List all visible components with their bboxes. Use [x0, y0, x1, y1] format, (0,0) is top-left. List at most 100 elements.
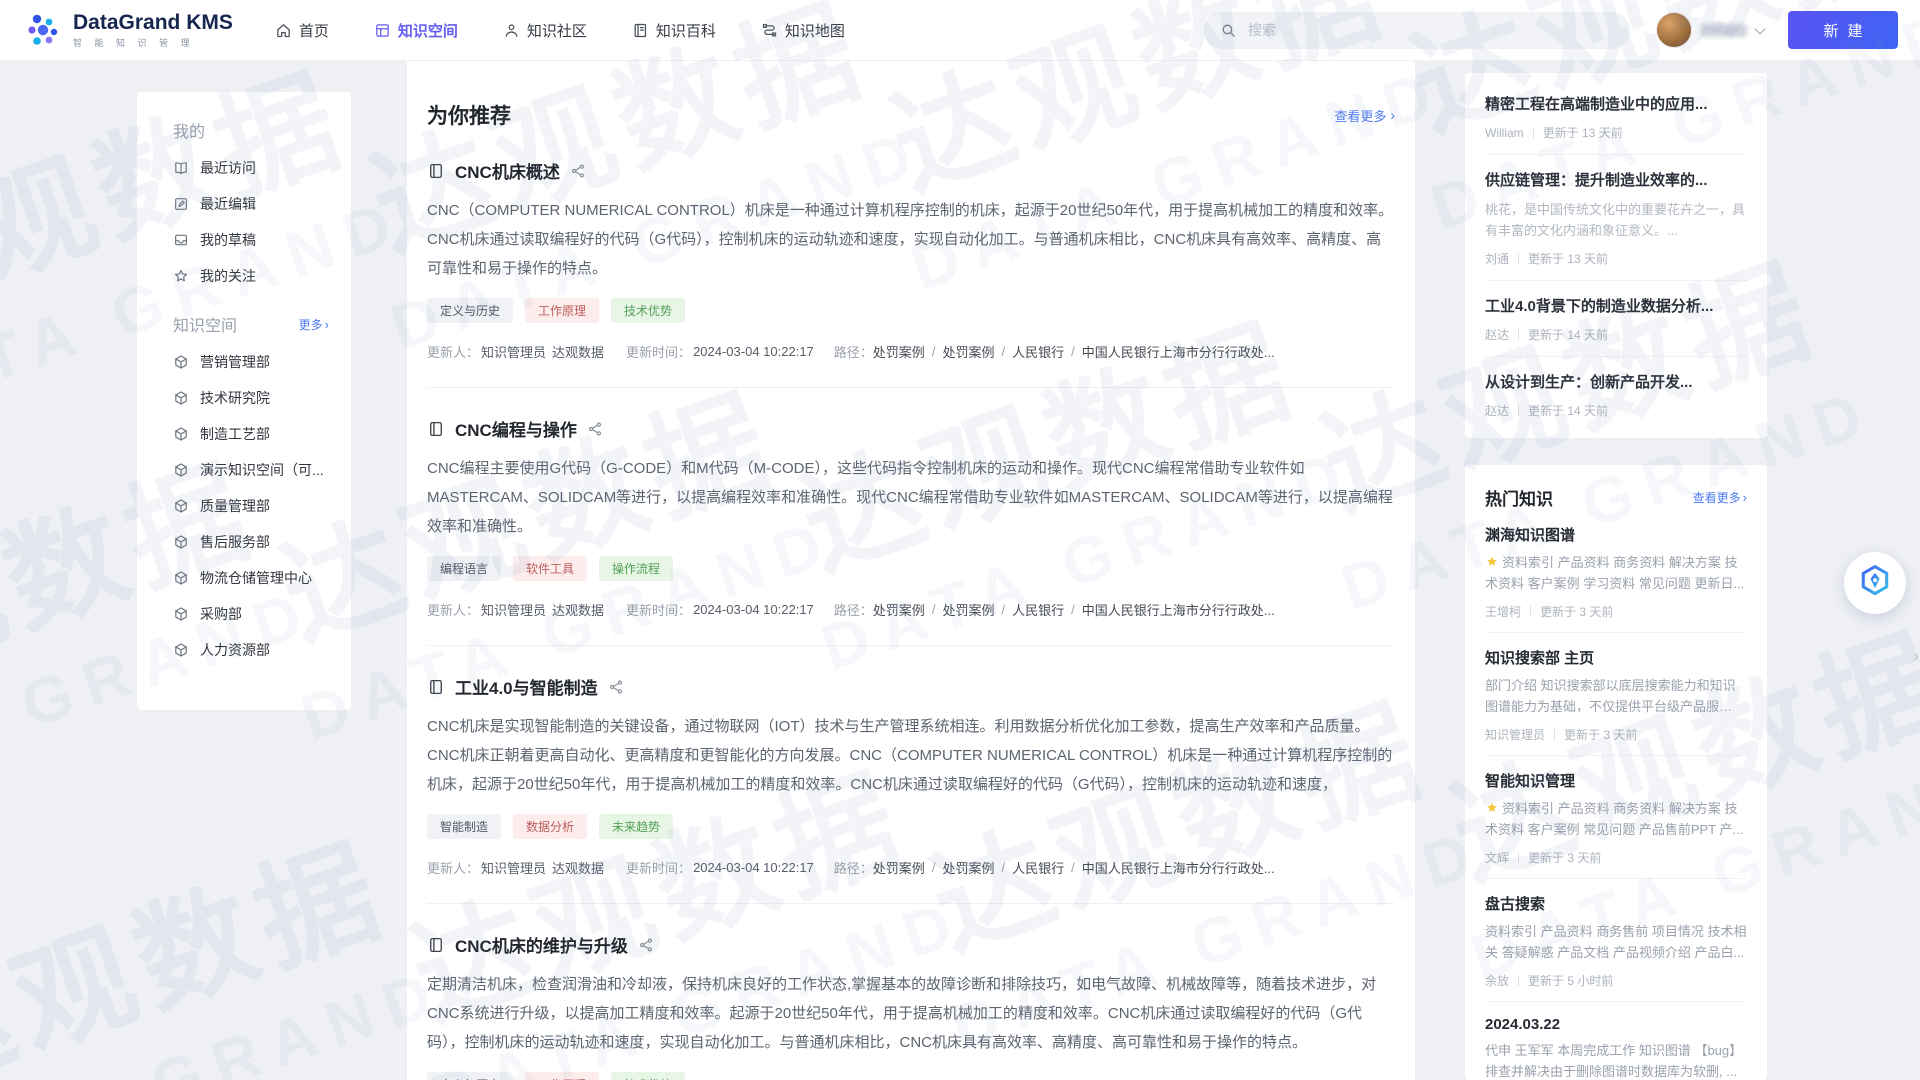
path-separator: / — [1001, 860, 1005, 875]
recommend-title: 工业4.0背景下的制造业数据分析... — [1485, 296, 1747, 317]
space-section-header: 知识空间 更多 — [137, 312, 351, 336]
nav-item-knowledge-space[interactable]: 知识空间 — [374, 20, 458, 41]
space-more-link[interactable]: 更多 — [299, 316, 329, 333]
path-link[interactable]: 处罚案例 — [873, 858, 925, 877]
path-link[interactable]: 处罚案例 — [942, 858, 994, 877]
article-title[interactable]: 工业4.0与智能制造 — [455, 674, 598, 699]
hot-item-byline: 王增柯 更新于 3 天前 — [1485, 603, 1747, 620]
divider — [1518, 852, 1519, 863]
path-link[interactable]: 中国人民银行上海市分行行政处... — [1082, 342, 1275, 361]
hot-item[interactable]: 知识搜索部 主页 部门介绍 知识搜索部以底层搜索能力和知识图谱能力为基础，不仅提… — [1485, 633, 1747, 756]
space-item[interactable]: 人力资源部 — [137, 632, 351, 668]
updated-time: 更新于 5 小时前 — [1528, 972, 1613, 989]
tag-chip[interactable]: 未来趋势 — [599, 814, 673, 839]
update-time: 2024-03-04 10:22:17 — [693, 860, 814, 875]
hot-item-desc: 资料索引 产品资料 商务资料 解决方案 技术资料 客户案例 常见问题 产品售前P… — [1485, 798, 1747, 840]
updater-label: 更新人： — [427, 600, 479, 619]
article-summary: 定期清洁机床，检查润滑油和冷却液，保持机床良好的工作状态,掌握基本的故障诊断和排… — [427, 970, 1395, 1057]
assistant-button[interactable] — [1844, 552, 1906, 614]
new-button[interactable]: 新建 — [1788, 11, 1898, 49]
share-icon[interactable] — [570, 163, 586, 179]
path-link[interactable]: 中国人民银行上海市分行行政处... — [1082, 600, 1275, 619]
tag-chip[interactable]: 智能制造 — [427, 814, 501, 839]
hot-more-link[interactable]: 查看更多 — [1693, 489, 1747, 506]
sidebar-item-recent-visit[interactable]: 最近访问 — [137, 150, 351, 186]
space-item[interactable]: 技术研究院 — [137, 380, 351, 416]
search-input[interactable] — [1246, 21, 1614, 39]
hot-item-title: 知识搜索部 主页 — [1485, 647, 1747, 668]
article-summary: CNC机床是实现智能制造的关键设备，通过物联网（IOT）技术与生产管理系统相连。… — [427, 712, 1395, 799]
nav-item-knowledge-community[interactable]: 知识社区 — [503, 20, 587, 41]
sidebar-item-recent-edit[interactable]: 最近编辑 — [137, 186, 351, 222]
hot-item-desc-text: 资料索引 产品资料 商务资料 解决方案 技术资料 客户案例 常见问题 产品售前P… — [1485, 801, 1743, 837]
space-item[interactable]: 售后服务部 — [137, 524, 351, 560]
edge-expand-icon[interactable] — [1913, 646, 1919, 666]
tag-chip[interactable]: 软件工具 — [513, 556, 587, 581]
recommend-title: 供应链管理：提升制造业效率的... — [1485, 170, 1747, 191]
sidebar-item-my-follows[interactable]: 我的关注 — [137, 258, 351, 294]
watermark-cn: 达观数据 — [0, 793, 406, 1080]
tag-chip[interactable]: 技术优势 — [611, 298, 685, 323]
path-link[interactable]: 人民银行 — [1012, 858, 1064, 877]
community-icon — [503, 22, 520, 39]
recommend-item[interactable]: 工业4.0背景下的制造业数据分析... 赵达 更新于 14 天前 — [1485, 281, 1747, 357]
path-separator: / — [932, 344, 936, 359]
view-more-link[interactable]: 查看更多 — [1334, 106, 1395, 125]
tag-chip[interactable]: 编程语言 — [427, 556, 501, 581]
brand-logo[interactable]: DataGrand KMS 智 能 知 识 管 理 — [24, 10, 233, 50]
user-menu[interactable] — [1656, 12, 1764, 48]
share-icon[interactable] — [638, 937, 654, 953]
star-icon — [1485, 555, 1499, 568]
hot-item[interactable]: 渊海知识图谱 资料索引 产品资料 商务资料 解决方案 技术资料 客户案例 学习资… — [1485, 510, 1747, 633]
recommend-item[interactable]: 精密工程在高端制造业中的应用... William 更新于 13 天前 — [1485, 79, 1747, 155]
tag-chip[interactable]: 操作流程 — [599, 556, 673, 581]
share-icon[interactable] — [608, 679, 624, 695]
path-link[interactable]: 中国人民银行上海市分行行政处... — [1082, 858, 1275, 877]
nav-item-home[interactable]: 首页 — [275, 20, 329, 41]
hot-item[interactable]: 智能知识管理 资料索引 产品资料 商务资料 解决方案 技术资料 客户案例 常见问… — [1485, 756, 1747, 879]
path-link[interactable]: 人民银行 — [1012, 342, 1064, 361]
space-item[interactable]: 营销管理部 — [137, 344, 351, 380]
author-name: 赵达 — [1485, 326, 1509, 343]
hot-knowledge-panel: 热门知识 查看更多 渊海知识图谱 资料索引 产品资料 商务资料 解决方案 技术资… — [1465, 465, 1767, 1080]
sidebar-item-my-drafts[interactable]: 我的草稿 — [137, 222, 351, 258]
star-icon — [1485, 801, 1499, 814]
nav-item-label: 知识百科 — [656, 20, 716, 41]
nav-item-label: 知识空间 — [398, 20, 458, 41]
recommend-item[interactable]: 供应链管理：提升制造业效率的... 桃花，是中国传统文化中的重要花卉之一，具有丰… — [1485, 155, 1747, 281]
space-item[interactable]: 采购部 — [137, 596, 351, 632]
article-title[interactable]: CNC编程与操作 — [455, 416, 577, 441]
space-item[interactable]: 质量管理部 — [137, 488, 351, 524]
path-link[interactable]: 处罚案例 — [873, 600, 925, 619]
share-icon[interactable] — [587, 421, 603, 437]
space-item[interactable]: 演示知识空间（可... — [137, 452, 351, 488]
space-item[interactable]: 物流仓储管理中心 — [137, 560, 351, 596]
tag-chip[interactable]: 定义与历史 — [427, 1072, 513, 1080]
avatar[interactable] — [1656, 12, 1692, 48]
nav-item-knowledge-map[interactable]: 知识地图 — [761, 20, 845, 41]
path-link[interactable]: 处罚案例 — [942, 342, 994, 361]
tag-chip[interactable]: 定义与历史 — [427, 298, 513, 323]
sidebar-item-label: 我的关注 — [200, 266, 256, 286]
path-link[interactable]: 人民银行 — [1012, 600, 1064, 619]
hot-item-title: 盘古搜索 — [1485, 893, 1747, 914]
space-item[interactable]: 制造工艺部 — [137, 416, 351, 452]
tag-chip[interactable]: 技术优势 — [611, 1072, 685, 1080]
article-title[interactable]: CNC机床的维护与升级 — [455, 932, 628, 957]
nav-item-knowledge-wiki[interactable]: 知识百科 — [632, 20, 716, 41]
global-search[interactable] — [1204, 12, 1630, 49]
tag-chip[interactable]: 工作原理 — [525, 1072, 599, 1080]
path-link[interactable]: 处罚案例 — [942, 600, 994, 619]
time-label: 更新时间： — [626, 342, 691, 361]
article-head: CNC机床的维护与升级 — [427, 932, 1395, 957]
path-separator: / — [1071, 344, 1075, 359]
divider — [1518, 975, 1519, 986]
updated-time: 更新于 13 天前 — [1528, 250, 1608, 267]
recommend-item[interactable]: 从设计到生产：创新产品开发... 赵达 更新于 14 天前 — [1485, 357, 1747, 432]
path-link[interactable]: 处罚案例 — [873, 342, 925, 361]
article-title[interactable]: CNC机床概述 — [455, 158, 560, 183]
hot-item[interactable]: 盘古搜索 资料索引 产品资料 商务售前 项目情况 技术相关 答疑解惑 产品文档 … — [1485, 879, 1747, 1002]
hot-item[interactable]: 2024.03.22 代申 王军军 本周完成工作 知识图谱 【bug】排查并解决… — [1485, 1002, 1747, 1080]
tag-chip[interactable]: 工作原理 — [525, 298, 599, 323]
tag-chip[interactable]: 数据分析 — [513, 814, 587, 839]
